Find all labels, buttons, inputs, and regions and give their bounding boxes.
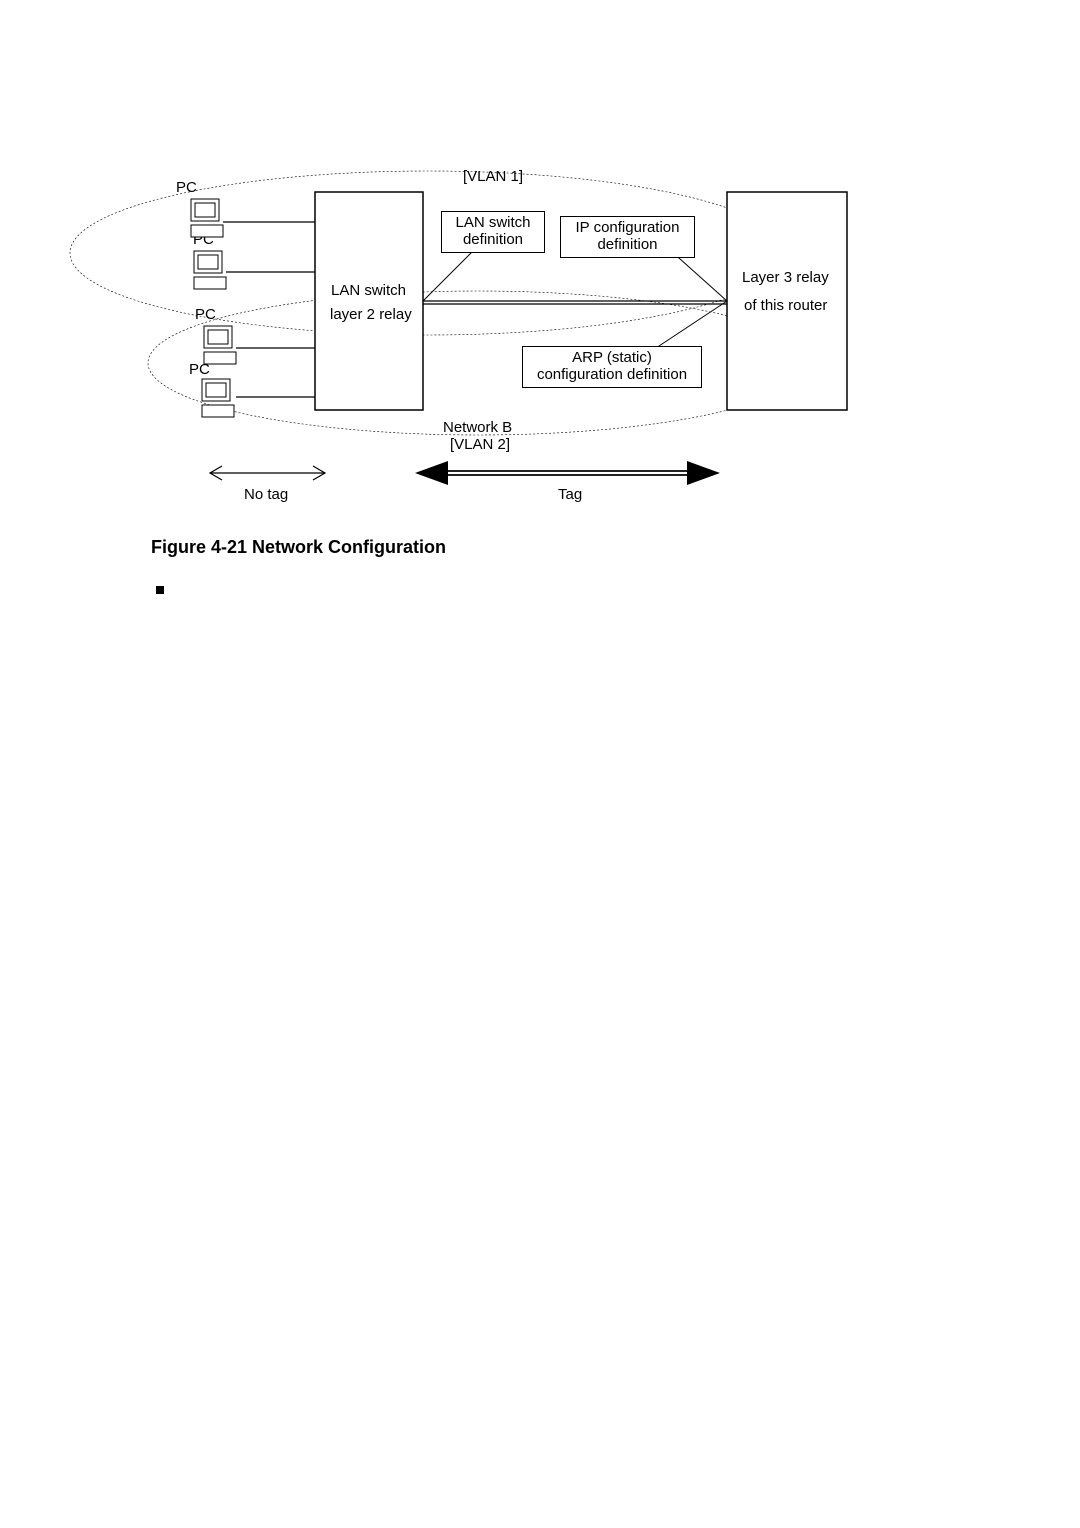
pc-icon [203,325,237,365]
lan-switch-line2: layer 2 relay [330,307,412,324]
arp-def-box: ARP (static) configuration definition [522,346,702,388]
networkb-label: Network B [443,420,512,437]
vlan2-label: [VLAN 2] [450,437,510,454]
lan-switch-def-box: LAN switch definition [441,211,545,253]
ip-def-line1: IP configuration [576,219,680,236]
tag-label: Tag [558,487,582,504]
pc1-label: PC [176,180,197,197]
pc-icon [193,250,227,290]
pc-icon [201,378,235,418]
figure-caption: Figure 4-21 Network Configuration [151,537,446,558]
lan-def-line1: LAN switch [455,214,530,231]
arp-line1: ARP (static) [572,349,652,366]
ip-def-line2: definition [597,236,657,253]
pc-icon [190,198,224,238]
router-line1: Layer 3 relay [742,270,829,287]
router-line2: of this router [744,298,827,315]
pc3-label: PC [195,307,216,324]
no-tag-label: No tag [244,487,288,504]
bullet-icon [156,586,164,594]
ip-config-def-box: IP configuration definition [560,216,695,258]
lan-def-line2: definition [463,231,523,248]
vlan1-label: [VLAN 1] [463,169,523,186]
lan-switch-line1: LAN switch [331,283,406,300]
arp-line2: configuration definition [537,366,687,383]
